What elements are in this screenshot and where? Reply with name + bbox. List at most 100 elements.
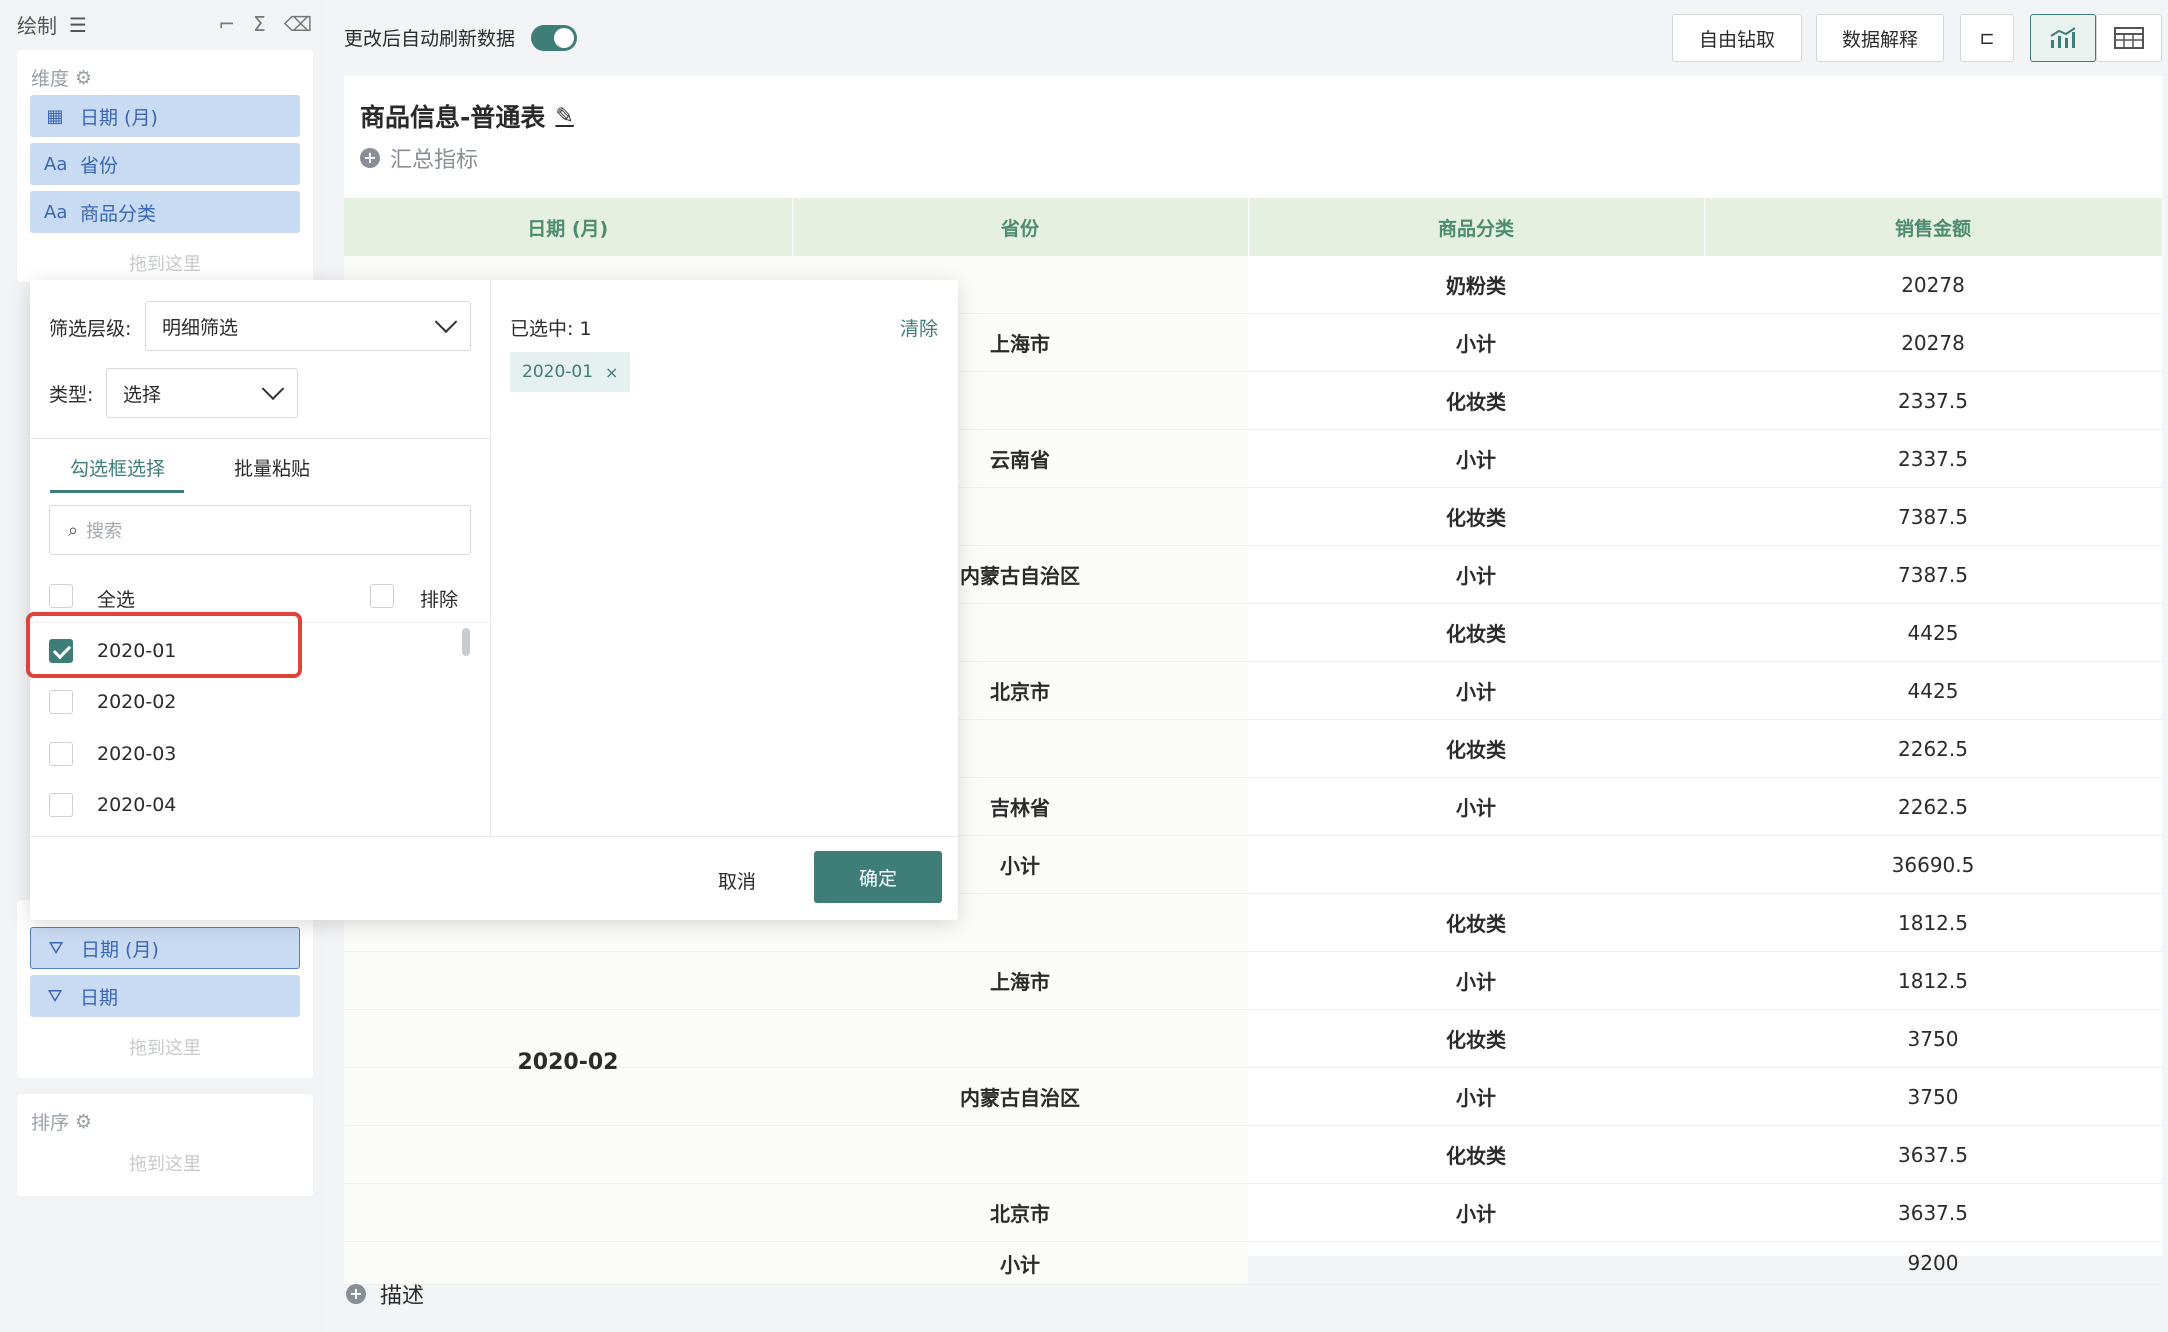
column-header[interactable]: 商品分类 <box>1248 198 1705 256</box>
list-scrollbar[interactable] <box>462 628 470 656</box>
category-cell: 小计 <box>1248 661 1704 720</box>
sort-dropzone[interactable]: 拖到这里 <box>17 1150 313 1176</box>
draw-section-header: 绘制 ☰ <box>17 10 87 39</box>
filter-popup-footer: 取消 确定 <box>30 836 958 921</box>
data-explain-button[interactable]: 数据解释 <box>1816 14 1944 62</box>
filter-dropzone[interactable]: 拖到这里 <box>17 1034 313 1060</box>
close-icon[interactable]: × <box>605 363 618 382</box>
chart-icon <box>2050 27 2076 48</box>
table-icon <box>2114 27 2144 49</box>
category-cell: 小计 <box>1248 545 1704 604</box>
amount-cell: 3750 <box>1704 1009 2162 1068</box>
text-type-icon: Aa <box>44 153 68 175</box>
table-header-row: 日期 (月) 省份 商品分类 销售金额 <box>344 198 2163 256</box>
dimensions-label: 维度 <box>31 68 70 90</box>
dimension-field-date-month[interactable]: ▦ 日期 (月) <box>30 95 300 137</box>
date-cell <box>344 1183 792 1242</box>
confirm-button[interactable]: 确定 <box>814 851 942 903</box>
exclude-label: 排除 <box>420 589 459 611</box>
option-checkbox[interactable] <box>49 690 73 714</box>
column-header[interactable]: 省份 <box>792 198 1249 256</box>
corner-icon[interactable]: ⌐ <box>218 12 235 36</box>
column-header[interactable]: 日期 (月) <box>344 198 793 256</box>
chart-title-row: 商品信息-普通表 ✎ <box>360 98 574 134</box>
select-all-checkbox[interactable] <box>49 584 73 608</box>
dimension-dropzone[interactable]: 拖到这里 <box>17 250 313 276</box>
table-row: 化妆类 3637.5 <box>344 1125 2162 1184</box>
tab-batch-paste[interactable]: 批量粘贴 <box>234 454 310 481</box>
category-cell: 化妆类 <box>1248 1009 1704 1068</box>
calendar-icon: ▦ <box>46 105 64 127</box>
filter-type-value: 选择 <box>123 383 162 406</box>
gear-icon[interactable]: ⚙ <box>75 1111 92 1133</box>
option-checkbox[interactable] <box>49 742 73 766</box>
summary-metric-row[interactable]: + 汇总指标 <box>360 142 478 174</box>
category-cell: 小计 <box>1248 313 1704 372</box>
exclude-checkbox[interactable] <box>370 584 394 608</box>
province-cell: 上海市 <box>792 951 1248 1010</box>
filter-type-select[interactable]: 选择 <box>106 368 298 418</box>
category-cell: 化妆类 <box>1248 487 1704 546</box>
filter-popup-left: 筛选层级: 明细筛选 类型: 选择 勾选框选择 批量粘贴 ⌕ 搜索 全选 排除 … <box>30 280 491 836</box>
filter-icon: ⛛ <box>47 985 63 1007</box>
selected-tag: 2020-01 × <box>510 352 631 392</box>
sort-label-row: 排序 ⚙ <box>31 1108 92 1135</box>
table-row: 内蒙古自治区 小计 3750 <box>344 1067 2162 1126</box>
option-search-input[interactable]: ⌕ 搜索 <box>49 505 471 555</box>
filter-level-select[interactable]: 明细筛选 <box>145 301 471 351</box>
option-label: 2020-04 <box>97 794 177 816</box>
column-header[interactable]: 销售金额 <box>1704 198 2163 256</box>
province-cell <box>792 1009 1248 1068</box>
date-cell <box>344 1067 792 1126</box>
amount-cell: 2337.5 <box>1704 429 2162 488</box>
collapse-panel-button[interactable]: ⊏ <box>1960 14 2014 62</box>
table-row: 小计 9200 <box>344 1241 2162 1285</box>
table-row: 北京市 小计 3637.5 <box>344 1183 2162 1242</box>
settings-sliders-icon[interactable]: ☰ <box>69 13 87 37</box>
filter-level-label: 筛选层级: <box>49 318 132 340</box>
amount-cell: 20278 <box>1704 256 2162 314</box>
auto-refresh-toggle[interactable] <box>531 24 578 51</box>
sort-card: 排序 ⚙ 拖到这里 <box>17 1094 313 1196</box>
dimension-field-province[interactable]: Aa 省份 <box>30 143 300 185</box>
select-all-label: 全选 <box>97 589 136 611</box>
filter-level-value: 明细筛选 <box>162 316 239 339</box>
popup-divider <box>30 438 490 439</box>
filter-icon: ⛛ <box>48 937 64 959</box>
sigma-icon[interactable]: Σ <box>253 12 266 36</box>
amount-cell: 2337.5 <box>1704 371 2162 430</box>
date-cell <box>344 1125 792 1184</box>
category-cell: 奶粉类 <box>1248 256 1704 314</box>
filter-field-date-month[interactable]: ⛛ 日期 (月) <box>30 927 300 969</box>
chart-view-button[interactable] <box>2030 14 2096 62</box>
date-group-label: 2020-02 <box>517 1050 619 1075</box>
description-row[interactable]: + 描述 <box>346 1278 424 1310</box>
dimension-field-label: 省份 <box>80 154 119 177</box>
filter-field-date[interactable]: ⛛ 日期 <box>30 975 300 1017</box>
amount-cell: 3637.5 <box>1704 1183 2162 1242</box>
amount-cell: 7387.5 <box>1704 487 2162 546</box>
free-drill-button[interactable]: 自由钻取 <box>1672 14 1802 62</box>
dimension-field-label: 日期 (月) <box>80 106 158 129</box>
edit-pencil-icon[interactable]: ✎ <box>555 104 573 129</box>
tab-checkbox-select[interactable]: 勾选框选择 <box>70 454 165 481</box>
search-icon: ⌕ <box>68 519 79 541</box>
clear-link[interactable]: 清除 <box>900 314 938 341</box>
gear-icon[interactable]: ⚙ <box>75 67 92 89</box>
draw-section-title: 绘制 <box>17 14 57 38</box>
cancel-button[interactable]: 取消 <box>718 867 756 894</box>
amount-cell: 20278 <box>1704 313 2162 372</box>
category-cell: 小计 <box>1248 777 1704 836</box>
chevron-down-icon <box>261 377 285 401</box>
selected-count-label: 已选中: 1 <box>510 318 592 340</box>
amount-cell: 9200 <box>1704 1241 2162 1285</box>
dimension-field-category[interactable]: Aa 商品分类 <box>30 191 300 233</box>
selected-tag-label: 2020-01 <box>522 362 594 382</box>
eraser-icon[interactable]: ⌫ <box>284 12 312 36</box>
date-cell <box>344 951 792 1010</box>
province-cell: 小计 <box>792 1241 1248 1285</box>
option-checkbox[interactable] <box>49 793 73 817</box>
amount-cell: 3637.5 <box>1704 1125 2162 1184</box>
amount-cell: 2262.5 <box>1704 719 2162 778</box>
table-view-button[interactable] <box>2096 14 2162 62</box>
